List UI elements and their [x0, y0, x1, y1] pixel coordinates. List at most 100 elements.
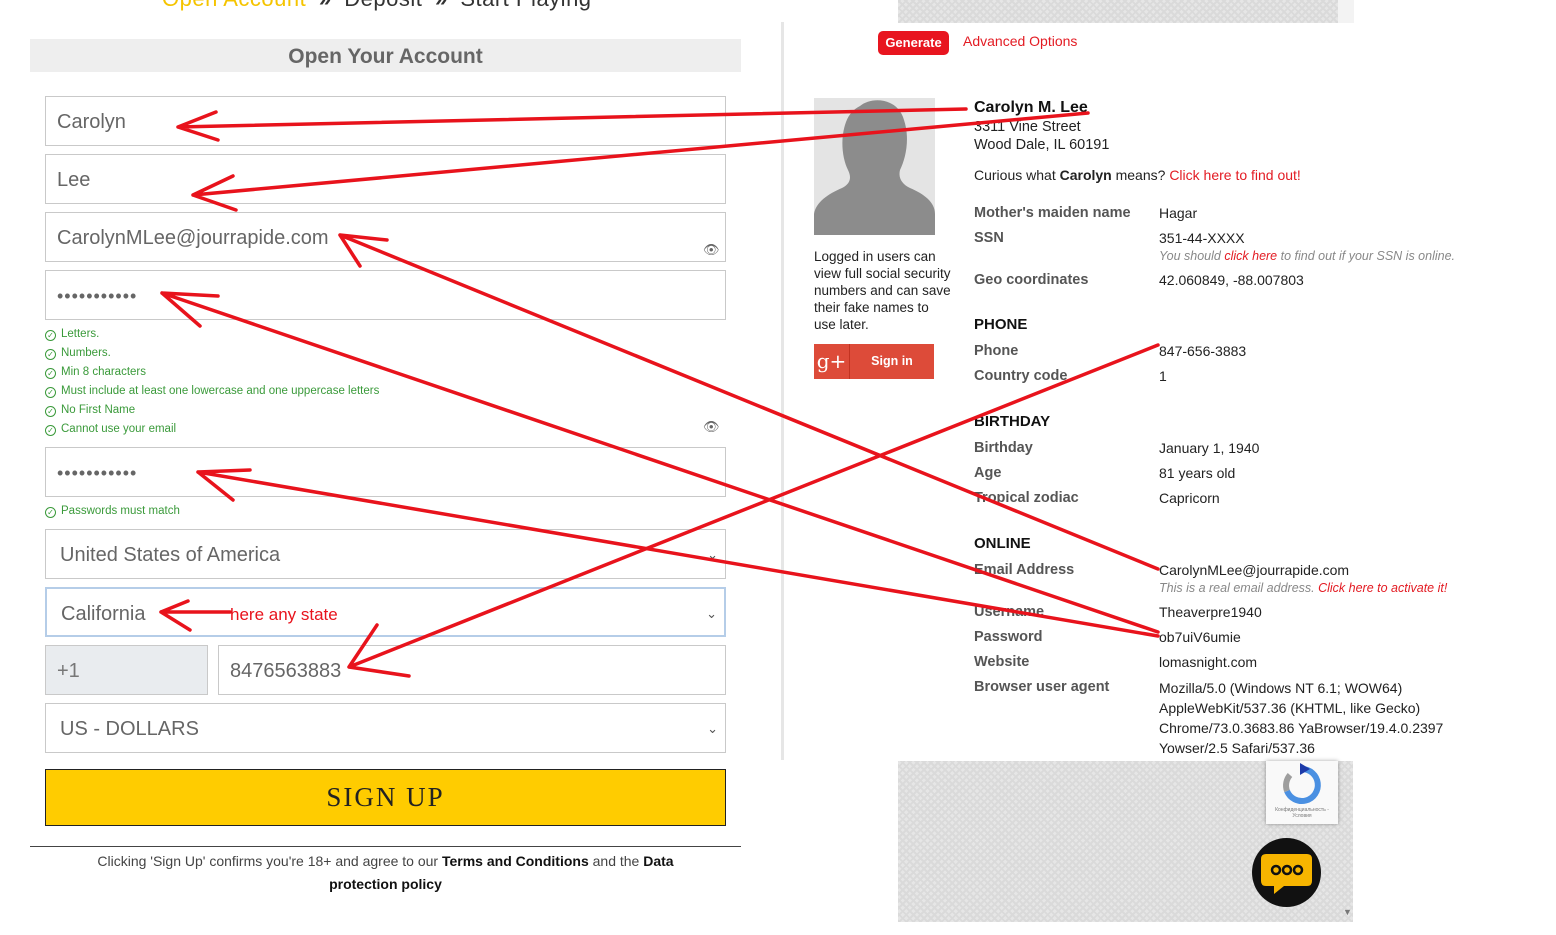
section-online-title: ONLINE [974, 535, 1031, 552]
recaptcha-icon [1283, 763, 1321, 804]
divider [30, 846, 741, 847]
email-note: This is a real email address. Click here… [1159, 581, 1448, 595]
phone-label: Phone [974, 343, 1019, 359]
name-meaning-link[interactable]: Click here to find out! [1169, 167, 1301, 183]
check-circle-icon: ✓ [45, 406, 56, 417]
check-circle-icon: ✓ [45, 387, 56, 398]
chevron-down-icon: ⌄ [707, 721, 718, 736]
email-input[interactable]: CarolynMLee@jourrapide.com [45, 212, 726, 262]
chevron-down-icon: ⌄ [707, 547, 718, 562]
eye-icon[interactable]: 👁 [703, 419, 720, 435]
ssn-value: 351-44-XXXX [1159, 230, 1245, 246]
age-value: 81 years old [1159, 465, 1236, 481]
ad-banner [898, 0, 1338, 23]
signup-button[interactable]: SIGN UP [45, 769, 726, 826]
step-separator: » [435, 0, 448, 11]
age-label: Age [974, 465, 1002, 481]
hint-item: ✓ Numbers. [45, 344, 379, 363]
hint-item: ✓ Letters. [45, 325, 379, 344]
recaptcha-badge[interactable]: Конфиденциальность - Условия [1266, 761, 1338, 824]
person-name: Carolyn M. Lee [974, 99, 1088, 116]
chat-bubble-icon [1261, 854, 1312, 894]
step-separator: » [319, 0, 332, 11]
maiden-name-label: Mother's maiden name [974, 205, 1131, 221]
panel-divider [781, 22, 784, 760]
state-select[interactable]: California ⌄ [45, 587, 726, 637]
terms-text: Clicking 'Sign Up' confirms you're 18+ a… [97, 853, 674, 892]
maiden-name-value: Hagar [1159, 205, 1198, 221]
person-silhouette-icon [814, 100, 935, 235]
email-label: Email Address [974, 562, 1075, 578]
recaptcha-caption: Конфиденциальность - Условия [1275, 807, 1329, 819]
hint-item: ✓ Cannot use your email [45, 420, 379, 439]
currency-select-value: US - DOLLARS [60, 718, 199, 740]
state-select-value: California [61, 603, 146, 625]
phone-input[interactable]: 8476563883 [218, 645, 726, 695]
hint-item: ✓ Min 8 characters [45, 363, 379, 382]
match-hint: ✓ Passwords must match [45, 502, 180, 521]
privacy-link[interactable]: protection policy [329, 876, 442, 892]
step-deposit: Deposit [344, 0, 422, 11]
generate-button[interactable]: Generate [878, 31, 949, 55]
ssn-label: SSN [974, 230, 1004, 246]
activate-email-link[interactable]: Click here to activate it! [1318, 581, 1447, 595]
geo-link[interactable]: 42.060849, -88.007803 [1159, 272, 1304, 288]
section-birthday-title: BIRTHDAY [974, 413, 1051, 430]
country-select-value: United States of America [60, 544, 281, 566]
user-agent-label: Browser user agent [974, 679, 1110, 695]
ssn-note: You should click here to find out if you… [1159, 249, 1456, 263]
signup-steps: Open Account » Deposit » Start Playing [162, 0, 592, 12]
avatar [814, 98, 935, 235]
advanced-options-link[interactable]: Advanced Options [963, 33, 1077, 49]
google-signin-label: Sign in [871, 354, 913, 368]
check-circle-icon: ✓ [45, 368, 56, 379]
country-code-label: Country code [974, 368, 1068, 384]
phone-prefix: +1 [45, 645, 208, 695]
username-value: Theaverpre1940 [1159, 604, 1262, 620]
email-input-value: CarolynMLee@jourrapide.com [57, 227, 329, 249]
phone-value: 847-656-3883 [1159, 343, 1247, 359]
last-name-input[interactable]: Lee [45, 154, 726, 204]
currency-select[interactable]: US - DOLLARS ⌄ [45, 703, 726, 753]
zodiac-label: Tropical zodiac [974, 490, 1079, 506]
website-value: lomasnight.com [1159, 654, 1258, 670]
scroll-down-arrow-icon[interactable]: ▼ [1343, 907, 1352, 917]
first-name-input[interactable]: Carolyn [45, 96, 726, 146]
name-meaning-line: Curious what Carolyn means? Click here t… [974, 167, 1301, 183]
check-circle-icon: ✓ [45, 349, 56, 360]
geo-label: Geo coordinates [974, 272, 1089, 288]
password-label: Password [974, 629, 1043, 645]
google-signin-button[interactable]: g+ Sign in [814, 344, 934, 379]
section-phone-title: PHONE [974, 316, 1028, 333]
birthday-label: Birthday [974, 440, 1033, 456]
hint-item: ✓ No First Name [45, 401, 379, 420]
check-circle-icon: ✓ [45, 425, 56, 436]
country-code-value: 1 [1159, 368, 1167, 384]
zodiac-value: Capricorn [1159, 490, 1220, 506]
chat-button[interactable] [1252, 838, 1321, 907]
hint-item: ✓ Must include at least one lowercase and… [45, 382, 379, 401]
login-note: Logged in users can view full social sec… [814, 249, 951, 332]
eye-icon[interactable]: 👁 [703, 242, 720, 258]
chevron-down-icon: ⌄ [706, 606, 717, 621]
form-title: Open Your Account [30, 39, 741, 72]
confirm-password-input[interactable]: ••••••••••• [45, 447, 726, 497]
birthday-value: January 1, 1940 [1159, 440, 1260, 456]
user-agent-value: Mozilla/5.0 (Windows NT 6.1; WOW64) Appl… [1159, 680, 1444, 756]
country-select[interactable]: United States of America ⌄ [45, 529, 726, 579]
scrollbar[interactable] [1338, 0, 1354, 23]
step-start-playing: Start Playing [460, 0, 591, 11]
website-label: Website [974, 654, 1030, 670]
address-city: Wood Dale, IL 60191 [974, 137, 1110, 153]
password-value: ob7uiV6umie [1159, 629, 1241, 645]
privacy-link[interactable]: Data [643, 853, 673, 869]
check-circle-icon: ✓ [45, 507, 56, 518]
google-plus-icon: g+ [814, 344, 850, 379]
step-open-account: Open Account [162, 0, 306, 11]
ssn-check-link[interactable]: click here [1224, 249, 1277, 263]
password-hints: ✓ Letters. ✓ Numbers. ✓ Min 8 characters ✓ M… [45, 325, 379, 439]
password-input[interactable]: ••••••••••• [45, 270, 726, 320]
address-street: 3311 Vine Street [974, 119, 1081, 135]
email-value: CarolynMLee@jourrapide.com [1159, 562, 1350, 578]
terms-link[interactable]: Terms and Conditions [442, 853, 589, 869]
